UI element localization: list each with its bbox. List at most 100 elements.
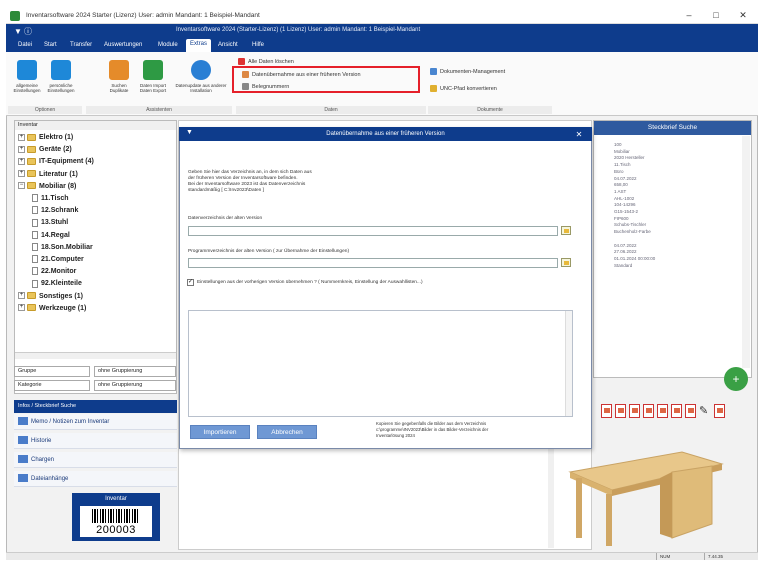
close-window-button[interactable]: ✕ (732, 10, 754, 22)
filter-field-select[interactable]: Gruppe (14, 366, 90, 377)
settings-checkbox[interactable]: ✓ (187, 279, 194, 286)
menu-item-2[interactable]: Transfer (66, 40, 96, 51)
collapse-icon[interactable]: − (18, 182, 25, 190)
detail-panel-header: Steckbrief Suche (594, 121, 751, 135)
nav-item-icon (18, 474, 28, 483)
detail-value: Büro (614, 168, 624, 174)
nav-item[interactable]: Memo / Notizen zum Inventar (14, 414, 177, 430)
document-icon (430, 68, 437, 76)
expand-icon[interactable]: + (18, 170, 25, 178)
close-icon[interactable]: ✕ (573, 130, 585, 140)
tree-subitem[interactable]: 18.Son.Mobiliar (32, 242, 93, 254)
menu-item-1[interactable]: Start (40, 40, 61, 51)
pdf-icon[interactable] (657, 404, 668, 418)
tree-subitem[interactable]: 22.Monitor (32, 266, 76, 278)
spreadsheet-icon (143, 60, 163, 80)
document-management-item[interactable]: Dokumenten-Management (430, 68, 505, 77)
filter-grouping-select[interactable]: ohne Gruppierung (94, 366, 176, 377)
menu-item-4[interactable]: Module (154, 40, 182, 51)
tree-folder[interactable]: + Geräte (2) (18, 144, 72, 156)
tree-subitem[interactable]: 14.Regal (32, 230, 70, 242)
folder-icon (27, 182, 36, 190)
general-settings-button[interactable]: allgemeine Einstellungen (12, 54, 42, 98)
expand-icon[interactable]: + (18, 158, 25, 166)
data-dir-label: Datenverzeichnis der alten Version (188, 216, 263, 221)
detail-value: AHL-1002 (614, 195, 635, 201)
expand-icon[interactable]: + (18, 304, 25, 312)
menu-item-5[interactable]: Extras (186, 39, 212, 52)
filter-field-select[interactable]: Kategorie (14, 380, 90, 391)
detail-value: Standard (614, 262, 633, 268)
tree-folder[interactable]: + Elektro (1) (18, 132, 73, 144)
cancel-button[interactable]: Abbrechen (257, 425, 317, 439)
detail-scrollbar[interactable] (742, 136, 750, 368)
personal-settings-button[interactable]: persönliche Einstellungen (46, 54, 76, 98)
minimize-button[interactable]: – (678, 10, 700, 22)
group-label-options: Optionen (8, 106, 82, 114)
nav-item[interactable]: Dateianhänge (14, 471, 177, 487)
filter-grouping-select[interactable]: ohne Gruppierung (94, 380, 176, 391)
folder-icon (27, 292, 36, 300)
pdf-icon[interactable] (615, 404, 626, 418)
pdf-icon[interactable] (685, 404, 696, 418)
browse-folder-icon[interactable] (561, 226, 571, 235)
menu-item-3[interactable]: Auswertungen (100, 40, 146, 51)
tree-item-label: 12.Schrank (41, 207, 79, 215)
tree-item-label: Elektro (1) (39, 134, 74, 141)
tree-folder[interactable]: + Werkzeuge (1) (18, 303, 86, 315)
document-icon (32, 218, 38, 227)
pdf-icon[interactable] (643, 404, 654, 418)
pdf-icon[interactable] (601, 404, 612, 418)
menu-item-6[interactable]: Ansicht (214, 40, 242, 51)
nav-item[interactable]: Historie (14, 433, 177, 449)
log-scrollbar[interactable] (565, 311, 572, 416)
menu-item-0[interactable]: Datei (14, 40, 36, 51)
dialog-note: Kopieren Sie gegebenfalls die Bilder aus… (376, 421, 489, 438)
program-dir-input[interactable] (188, 258, 558, 268)
pdf-icon[interactable] (714, 404, 725, 418)
add-icon[interactable]: + (724, 367, 748, 391)
pdf-icon[interactable] (629, 404, 640, 418)
status-num: NUM (656, 553, 696, 560)
tree-subitem[interactable]: 92.Kleinteile (32, 278, 82, 290)
info-icon[interactable]: ⓘ (24, 26, 32, 37)
import-button[interactable]: Importieren (190, 425, 250, 439)
browse-folder-icon[interactable] (561, 258, 571, 267)
tree-folder[interactable]: + Sonstiges (1) (18, 291, 83, 303)
tree-subitem[interactable]: 13.Stuhl (32, 217, 68, 229)
nav-item-label: Chargen (31, 457, 55, 463)
edit-icon[interactable]: ✎ (699, 404, 710, 418)
folder-icon (27, 133, 36, 141)
data-import-export-button[interactable]: Daten Import Daten Export (138, 54, 168, 98)
maximize-button[interactable]: □ (705, 10, 727, 22)
dialog-menu-icon[interactable]: ▼ (186, 129, 193, 136)
info-bar-text: Inventarsoftware 2024 (Starter-Lizenz) (… (176, 27, 421, 33)
delete-icon (238, 58, 245, 66)
detail-value: G15-1543-2 (614, 209, 639, 214)
tree-folder[interactable]: + Literatur (1) (18, 169, 78, 181)
horizontal-scrollbar[interactable] (15, 352, 176, 359)
find-duplicates-button[interactable]: Suchen Duplikate (104, 54, 134, 98)
data-update-button[interactable]: Datenupdate aus anderer Installation (172, 54, 230, 98)
expand-icon[interactable]: + (18, 133, 25, 141)
nav-item[interactable]: Chargen (14, 452, 177, 468)
pdf-icon[interactable] (671, 404, 682, 418)
document-icon (32, 267, 38, 276)
tree-subitem[interactable]: 11.Tisch (32, 193, 69, 205)
title-bar: Inventarsoftware 2024 Starter (Lizenz) U… (6, 8, 758, 24)
menu-item-7[interactable]: Hilfe (248, 40, 268, 51)
group-label-assistants: Assistenten (86, 106, 232, 114)
data-dir-input[interactable] (188, 226, 558, 236)
tree-subitem[interactable]: 21.Computer (32, 254, 84, 266)
quick-menu-icon[interactable]: ▼ (14, 27, 22, 36)
tree-folder[interactable]: + IT-Equipment (4) (18, 156, 94, 168)
detail-value: 04.07.2022 (614, 242, 637, 248)
tree-subitem[interactable]: 12.Schrank (32, 205, 78, 217)
expand-icon[interactable]: + (18, 292, 25, 300)
data-update-icon (191, 60, 211, 80)
tree-header: Inventar (15, 121, 176, 130)
expand-icon[interactable]: + (18, 145, 25, 153)
unc-path-item[interactable]: UNC-Pfad konvertieren (430, 85, 497, 94)
tree-folder[interactable]: − Mobiliar (8) (18, 181, 76, 193)
folder-icon (430, 85, 437, 93)
